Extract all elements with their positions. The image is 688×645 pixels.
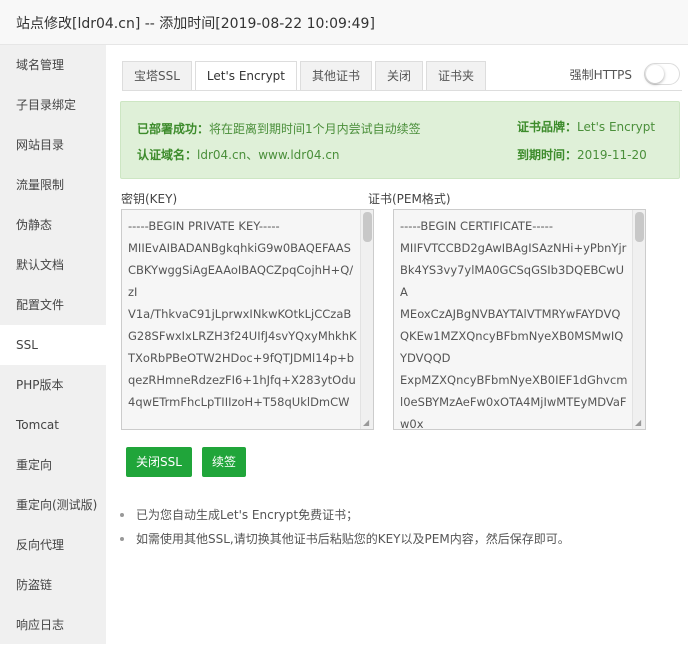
tip-item: 已为您自动生成Let's Encrypt免费证书；: [120, 503, 570, 527]
dialog-titlebar: 站点修改[ldr04.cn] -- 添加时间[2019-08-22 10:09:…: [0, 0, 688, 45]
force-https-label: 强制HTTPS: [569, 67, 632, 82]
sidebar-item-rewrite[interactable]: 伪静态: [0, 205, 106, 245]
sidebar-item-response-log[interactable]: 响应日志: [0, 605, 106, 645]
tips-list: 已为您自动生成Let's Encrypt免费证书； 如需使用其他SSL,请切换其…: [120, 503, 570, 551]
tip-text: 已为您自动生成Let's Encrypt免费证书；: [136, 508, 359, 522]
tab-bt-ssl[interactable]: 宝塔SSL: [122, 61, 192, 91]
key-label: 密钥(KEY): [121, 192, 178, 206]
ssl-status-alert: 已部署成功：将在距离到期时间1个月内尝试自动续签 证书品牌：Let's Encr…: [120, 101, 680, 179]
tip-item: 如需使用其他SSL,请切换其他证书后粘贴您的KEY以及PEM内容，然后保存即可。: [120, 527, 570, 551]
sidebar-item-redirect-beta[interactable]: 重定向(测试版): [0, 485, 106, 525]
key-scroll-thumb[interactable]: [363, 212, 372, 242]
domain-label: 认证域名：: [137, 148, 198, 162]
force-https-toggle[interactable]: [644, 63, 680, 85]
brand-row: 证书品牌：Let's Encrypt: [517, 118, 655, 135]
sidebar-item-domain-management[interactable]: 域名管理: [0, 45, 106, 85]
bullet-icon: [120, 537, 124, 541]
expire-label: 到期时间：: [517, 148, 578, 162]
sidebar-item-php-version[interactable]: PHP版本: [0, 365, 106, 405]
deployed-row: 已部署成功：将在距离到期时间1个月内尝试自动续签: [137, 120, 421, 137]
tab-certificate-folder[interactable]: 证书夹: [426, 61, 487, 91]
key-textarea[interactable]: -----BEGIN PRIVATE KEY----- MIIEvAIBADAN…: [121, 209, 374, 430]
tab-lets-encrypt[interactable]: Let's Encrypt: [194, 61, 297, 91]
sidebar-item-redirect[interactable]: 重定向: [0, 445, 106, 485]
sidebar-item-ssl[interactable]: SSL: [0, 325, 106, 365]
brand-label: 证书品牌：: [517, 120, 578, 134]
domain-value: ldr04.cn、www.ldr04.cn: [197, 148, 340, 162]
sidebar-item-default-document[interactable]: 默认文档: [0, 245, 106, 285]
renew-button[interactable]: 续签: [202, 447, 247, 477]
cert-scrollbar[interactable]: [632, 210, 645, 429]
expire-value: 2019-11-20: [577, 148, 647, 162]
sidebar-item-tomcat[interactable]: Tomcat: [0, 405, 106, 445]
resize-grip-icon[interactable]: ◢: [363, 419, 371, 427]
tab-divider: [122, 90, 682, 91]
sidebar-item-subdirectory-binding[interactable]: 子目录绑定: [0, 85, 106, 125]
cert-text: -----BEGIN CERTIFICATE----- MIIFVTCCBD2g…: [400, 219, 628, 430]
deployed-label: 已部署成功：: [137, 122, 210, 136]
sidebar: 域名管理 子目录绑定 网站目录 流量限制 伪静态 默认文档 配置文件 SSL P…: [0, 45, 106, 644]
tab-close[interactable]: 关闭: [375, 61, 424, 91]
tab-other-certificate[interactable]: 其他证书: [300, 61, 373, 91]
dialog-title: 站点修改[ldr04.cn] -- 添加时间[2019-08-22 10:09:…: [16, 16, 375, 32]
tip-text: 如需使用其他SSL,请切换其他证书后粘贴您的KEY以及PEM内容，然后保存即可。: [136, 532, 570, 546]
force-https: 强制HTTPS: [570, 63, 680, 85]
key-text: -----BEGIN PRIVATE KEY----- MIIEvAIBADAN…: [128, 219, 357, 409]
ssl-panel: 宝塔SSL Let's Encrypt 其他证书 关闭 证书夹 强制HTTPS …: [106, 45, 688, 644]
cert-label: 证书(PEM格式): [368, 192, 451, 206]
bullet-icon: [120, 513, 124, 517]
key-scrollbar[interactable]: [360, 210, 373, 429]
toggle-knob: [646, 65, 664, 83]
expire-row: 到期时间：2019-11-20: [517, 146, 647, 163]
sidebar-item-config-file[interactable]: 配置文件: [0, 285, 106, 325]
domain-row: 认证域名：ldr04.cn、www.ldr04.cn: [137, 146, 340, 163]
brand-value: Let's Encrypt: [577, 120, 656, 134]
sidebar-item-hotlink-protection[interactable]: 防盗链: [0, 565, 106, 605]
sidebar-item-traffic-limit[interactable]: 流量限制: [0, 165, 106, 205]
resize-grip-icon[interactable]: ◢: [635, 419, 643, 427]
close-ssl-button[interactable]: 关闭SSL: [126, 447, 192, 477]
cert-scroll-thumb[interactable]: [635, 212, 644, 242]
sidebar-item-reverse-proxy[interactable]: 反向代理: [0, 525, 106, 565]
cert-textarea[interactable]: -----BEGIN CERTIFICATE----- MIIFVTCCBD2g…: [393, 209, 646, 430]
deployed-value: 将在距离到期时间1个月内尝试自动续签: [209, 122, 421, 136]
sidebar-item-site-directory[interactable]: 网站目录: [0, 125, 106, 165]
ssl-tabs: 宝塔SSL Let's Encrypt 其他证书 关闭 证书夹: [122, 61, 489, 91]
